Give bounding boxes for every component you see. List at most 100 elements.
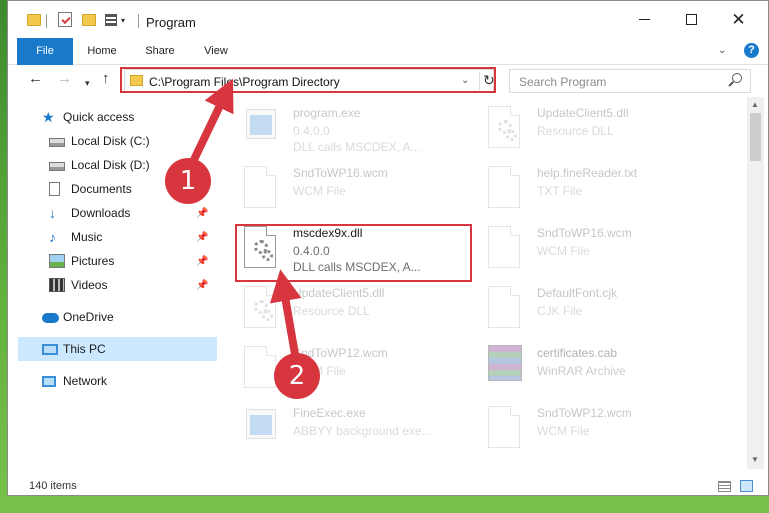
pin-icon[interactable]: 📌 bbox=[196, 208, 208, 219]
customize-toolbar-icon[interactable] bbox=[105, 14, 117, 26]
folder-icon bbox=[27, 14, 41, 26]
file-item[interactable]: DefaultFont.cjk CJK File bbox=[480, 283, 714, 339]
file-item[interactable]: program.exe 0.4.0.0 DLL calls MSCDEX, A.… bbox=[236, 103, 470, 159]
sidebar-item-label: Quick access bbox=[63, 110, 135, 124]
file-type: Resource DLL bbox=[537, 124, 614, 138]
computer-icon bbox=[42, 343, 58, 355]
title-separator bbox=[138, 14, 139, 28]
pin-icon[interactable]: 📌 bbox=[196, 280, 208, 291]
file-item[interactable]: UpdateClient5.dll Resource DLL bbox=[236, 283, 470, 339]
file-type: WinRAR Archive bbox=[537, 364, 626, 378]
sidebar-item-network[interactable]: Network bbox=[8, 369, 210, 393]
file-name: certificates.cab bbox=[537, 346, 618, 360]
sidebar-item-local-disk-c[interactable]: Local Disk (C:) bbox=[8, 129, 210, 153]
file-name: help.fineReader.txt bbox=[537, 166, 638, 180]
file-item[interactable]: SndToWP12.wcm WCM File bbox=[236, 343, 470, 399]
file-type: Resource DLL bbox=[293, 304, 370, 318]
file-icon bbox=[484, 405, 524, 451]
file-item[interactable]: SndToWP16.wcm WCM File bbox=[480, 223, 714, 279]
sidebar-item-this-pc[interactable]: This PC bbox=[18, 337, 217, 361]
sidebar-item-label: Documents bbox=[71, 182, 132, 196]
sidebar-item-quick-access[interactable]: ★ Quick access bbox=[8, 105, 210, 129]
file-item[interactable]: FineExec.exe ABBYY background exe... bbox=[236, 403, 470, 459]
close-icon: ✕ bbox=[731, 10, 746, 29]
file-name: program.exe bbox=[293, 106, 361, 120]
file-item[interactable]: UpdateClient5.dll Resource DLL bbox=[480, 103, 714, 159]
file-type: WCM File bbox=[537, 424, 590, 438]
title-separator bbox=[46, 14, 47, 28]
sidebar-item-label: Music bbox=[71, 230, 103, 244]
maximize-button[interactable] bbox=[669, 1, 714, 38]
file-type: CJK File bbox=[537, 304, 583, 318]
vertical-scrollbar[interactable]: ▲ ▼ bbox=[747, 97, 764, 469]
sidebar-item-pictures[interactable]: Pictures 📌 bbox=[8, 249, 210, 273]
up-arrow-icon[interactable]: ↑ bbox=[102, 71, 110, 87]
file-highlight-box bbox=[235, 224, 472, 282]
expand-ribbon-icon[interactable]: ⌄ bbox=[718, 45, 726, 56]
address-highlight-box bbox=[120, 67, 496, 93]
file-list: program.exe 0.4.0.0 DLL calls MSCDEX, A.… bbox=[236, 101, 746, 471]
file-name: UpdateClient5.dll bbox=[293, 286, 385, 300]
scroll-up-icon[interactable]: ▲ bbox=[751, 100, 759, 109]
sidebar-item-label: Pictures bbox=[71, 254, 115, 268]
new-folder-icon[interactable] bbox=[82, 14, 96, 26]
file-icon bbox=[484, 225, 524, 271]
exe-icon bbox=[240, 105, 280, 151]
file-item[interactable]: SndToWP16.wcm WCM File bbox=[236, 163, 470, 219]
properties-icon[interactable] bbox=[58, 12, 72, 27]
sidebar-item-onedrive[interactable]: OneDrive bbox=[8, 305, 210, 329]
scroll-down-icon[interactable]: ▼ bbox=[751, 455, 759, 464]
minimize-icon bbox=[639, 19, 650, 20]
tab-view[interactable]: View bbox=[194, 38, 238, 64]
sidebar-item-label: Downloads bbox=[71, 206, 131, 220]
maximize-icon bbox=[686, 14, 697, 25]
file-icon bbox=[484, 165, 524, 211]
pin-icon[interactable]: 📌 bbox=[196, 232, 208, 243]
file-type: WCM File bbox=[537, 244, 590, 258]
minimize-button[interactable] bbox=[622, 1, 667, 38]
onedrive-icon bbox=[42, 313, 59, 323]
dll-icon bbox=[240, 285, 280, 331]
file-description: DLL calls MSCDEX, A... bbox=[293, 140, 421, 154]
file-item[interactable]: help.fineReader.txt TXT File bbox=[480, 163, 714, 219]
search-icon[interactable] bbox=[732, 73, 742, 83]
star-icon: ★ bbox=[42, 109, 55, 125]
sidebar-item-downloads[interactable]: ↓ Downloads 📌 bbox=[8, 201, 210, 225]
step-1-badge: 1 bbox=[165, 158, 211, 204]
search-placeholder[interactable]: Search Program bbox=[519, 75, 606, 89]
sidebar-item-label: Local Disk (D:) bbox=[71, 158, 150, 172]
scroll-thumb[interactable] bbox=[750, 113, 761, 161]
file-name: FineExec.exe bbox=[293, 406, 366, 420]
file-item[interactable]: SndToWP12.wcm WCM File bbox=[480, 403, 714, 459]
file-type: WCM File bbox=[293, 184, 346, 198]
videos-icon bbox=[49, 278, 65, 292]
file-icon bbox=[240, 345, 280, 391]
network-icon bbox=[42, 375, 56, 387]
help-icon[interactable]: ? bbox=[744, 43, 759, 58]
file-type: TXT File bbox=[537, 184, 583, 198]
recent-locations-icon[interactable]: ▾ bbox=[85, 75, 90, 91]
close-button[interactable]: ✕ bbox=[716, 1, 761, 38]
drive-icon bbox=[49, 161, 65, 171]
sidebar-item-music[interactable]: ♪ Music 📌 bbox=[8, 225, 210, 249]
chevron-down-icon[interactable]: ▾ bbox=[121, 17, 131, 25]
pin-icon[interactable]: 📌 bbox=[196, 256, 208, 267]
tiles-view-icon[interactable] bbox=[740, 480, 753, 492]
file-icon bbox=[240, 165, 280, 211]
file-name: SndToWP12.wcm bbox=[537, 406, 632, 420]
tab-home[interactable]: Home bbox=[80, 38, 124, 64]
details-view-icon[interactable] bbox=[718, 481, 731, 492]
title-bar: ▾ Program ✕ bbox=[8, 1, 768, 38]
status-bar: 140 items bbox=[8, 475, 768, 495]
window-title: Program bbox=[146, 15, 196, 30]
back-arrow-icon[interactable]: ← bbox=[28, 71, 43, 87]
search-box[interactable]: Search Program bbox=[509, 69, 751, 93]
forward-arrow-icon[interactable]: → bbox=[57, 71, 72, 87]
sidebar-item-label: Network bbox=[63, 374, 108, 388]
drive-icon bbox=[49, 137, 65, 147]
file-name: SndToWP16.wcm bbox=[293, 166, 388, 180]
sidebar-item-videos[interactable]: Videos 📌 bbox=[8, 273, 210, 297]
file-item[interactable]: certificates.cab WinRAR Archive bbox=[480, 343, 714, 399]
tab-share[interactable]: Share bbox=[138, 38, 182, 64]
step-2-badge: 2 bbox=[274, 353, 320, 399]
